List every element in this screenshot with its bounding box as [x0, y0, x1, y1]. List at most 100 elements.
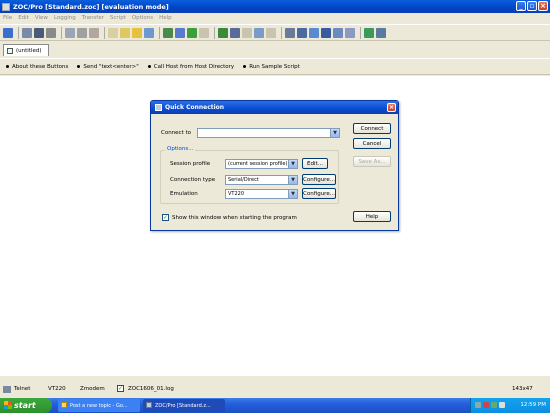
window-controls: _ ▫ ×	[516, 1, 548, 11]
emulation-combo[interactable]: VT220 ▼	[225, 189, 298, 199]
dropdown-arrow-icon[interactable]	[266, 27, 276, 38]
menu-options[interactable]: Options	[132, 15, 153, 21]
menu-help[interactable]: Help	[159, 15, 172, 21]
grid-icon[interactable]	[65, 27, 75, 38]
play-icon[interactable]	[218, 27, 228, 38]
call-host-label: Call Host from Host Directory	[153, 63, 235, 70]
close-session-icon[interactable]	[89, 27, 99, 38]
security-icon[interactable]	[483, 402, 489, 408]
terminal-icon	[7, 47, 13, 54]
script-icon[interactable]	[230, 27, 240, 38]
chevron-down-icon[interactable]: ▼	[288, 160, 297, 168]
connect-button[interactable]: Connect	[353, 123, 391, 134]
zoc-app-icon	[146, 402, 152, 408]
status-size: 143x47	[512, 386, 533, 392]
logging-checkbox[interactable]: ✓	[117, 385, 124, 392]
edit-button[interactable]: Edit...	[302, 158, 328, 169]
clock[interactable]: 12:59 PM	[520, 402, 546, 408]
update-icon[interactable]	[491, 402, 497, 408]
download-icon[interactable]	[187, 27, 197, 38]
chart-icon[interactable]	[364, 27, 374, 38]
status-emulation[interactable]: VT220	[48, 386, 66, 392]
connection-type-label: Connection type	[170, 177, 216, 183]
bullet-icon	[6, 65, 9, 68]
taskbar: start Post a new topic - Go... ZOC/Pro […	[0, 398, 550, 413]
session-profile-label: Session profile	[170, 161, 211, 167]
tile-icon[interactable]	[297, 27, 307, 38]
volume-icon[interactable]	[499, 402, 505, 408]
bullet-icon	[147, 65, 151, 68]
bars-icon[interactable]	[309, 27, 319, 38]
copy-icon[interactable]	[108, 27, 118, 38]
menu-file[interactable]: File	[3, 15, 12, 21]
start-button[interactable]: start	[0, 398, 52, 413]
disconnect-icon[interactable]	[77, 27, 87, 38]
session-profile-combo[interactable]: (current session profile) ▼	[225, 159, 298, 169]
dialog-title: Quick Connection	[165, 104, 225, 111]
configure-connection-button[interactable]: Configure...	[302, 174, 336, 185]
system-tray: 12:59 PM	[470, 398, 550, 413]
minimize-button[interactable]: _	[516, 1, 526, 11]
folder-icon[interactable]	[132, 27, 142, 38]
status-connection[interactable]: Telnet	[14, 386, 30, 392]
connection-type-combo[interactable]: Serial/Direct ▼	[225, 175, 298, 185]
taskbar-item-browser[interactable]: Post a new topic - Go...	[58, 399, 140, 412]
configure-emulation-button[interactable]: Configure...	[302, 188, 336, 199]
connect-icon[interactable]	[3, 27, 13, 38]
app-icon	[2, 2, 10, 11]
save-as-button[interactable]: Save As...	[353, 156, 391, 167]
menu-view[interactable]: View	[35, 15, 48, 21]
chevron-down-icon[interactable]: ▼	[288, 176, 297, 184]
status-transfer[interactable]: Zmodem	[80, 386, 105, 392]
upload-icon[interactable]	[175, 27, 185, 38]
close-button[interactable]: ×	[538, 1, 548, 11]
about-buttons-button[interactable]: About these Buttons	[6, 64, 68, 70]
connect-to-combo[interactable]: ▼	[197, 128, 340, 138]
taskbar-item-zoc[interactable]: ZOC/Pro [Standard.z...	[143, 399, 225, 412]
connect-to-label: Connect to	[161, 130, 192, 136]
window-list-icon[interactable]	[333, 27, 343, 38]
split-horizontal-icon[interactable]	[285, 27, 295, 38]
window-title: ZOC/Pro [Standard.zoc] [evaluation mode]	[13, 2, 169, 11]
menu-transfer[interactable]: Transfer	[82, 15, 104, 21]
cancel-button[interactable]: Cancel	[353, 138, 391, 149]
cascade-icon[interactable]	[321, 27, 331, 38]
columns-icon[interactable]	[345, 27, 355, 38]
send-text-label: Send "text<enter>"	[83, 63, 139, 70]
print-icon[interactable]	[46, 27, 56, 38]
toolbar-separator	[360, 26, 361, 39]
window-title-bar[interactable]: ZOC/Pro [Standard.zoc] [evaluation mode]…	[0, 0, 550, 13]
transfer-icon[interactable]	[163, 27, 173, 38]
dropdown-arrow-icon[interactable]	[199, 27, 209, 38]
chevron-down-icon[interactable]: ▼	[330, 129, 339, 137]
save-icon[interactable]	[34, 27, 44, 38]
windows-logo-icon	[4, 401, 12, 409]
session-tab[interactable]: (untitled)	[3, 44, 49, 56]
send-text-button[interactable]: Send "text<enter>"	[77, 63, 139, 70]
about-buttons-label: About these Buttons	[12, 63, 69, 70]
dialog-title-bar[interactable]: Quick Connection	[151, 101, 398, 114]
menu-script[interactable]: Script	[110, 15, 126, 21]
run-script-button[interactable]: Run Sample Script	[243, 64, 300, 70]
menu-edit[interactable]: Edit	[18, 15, 29, 21]
dialog-icon	[155, 104, 162, 111]
settings-icon[interactable]	[376, 27, 386, 38]
help-button[interactable]: Help	[353, 211, 391, 222]
menu-logging[interactable]: Logging	[54, 15, 76, 21]
dropdown-arrow-icon[interactable]	[242, 27, 252, 38]
call-host-button[interactable]: Call Host from Host Directory	[147, 63, 235, 70]
taskbar-item-zoc-label: ZOC/Pro [Standard.z...	[155, 402, 211, 409]
dialog-close-button[interactable]: ×	[387, 103, 396, 112]
paste-icon[interactable]	[120, 27, 130, 38]
chevron-down-icon[interactable]: ▼	[288, 190, 297, 198]
address-book-icon[interactable]	[144, 27, 154, 38]
quick-connection-dialog: Quick Connection × Connect to ▼ Options.…	[150, 100, 399, 231]
status-logfile[interactable]: ZOC1606_01.log	[128, 386, 174, 392]
maximize-button[interactable]: ▫	[527, 1, 537, 11]
menu-bar: File Edit View Logging Transfer Script O…	[0, 13, 550, 23]
session-tab-label: (untitled)	[16, 47, 42, 54]
new-session-icon[interactable]	[22, 27, 32, 38]
network-icon[interactable]	[475, 402, 481, 408]
edit-script-icon[interactable]	[254, 27, 264, 38]
show-window-checkbox[interactable]: ✓	[162, 214, 169, 221]
